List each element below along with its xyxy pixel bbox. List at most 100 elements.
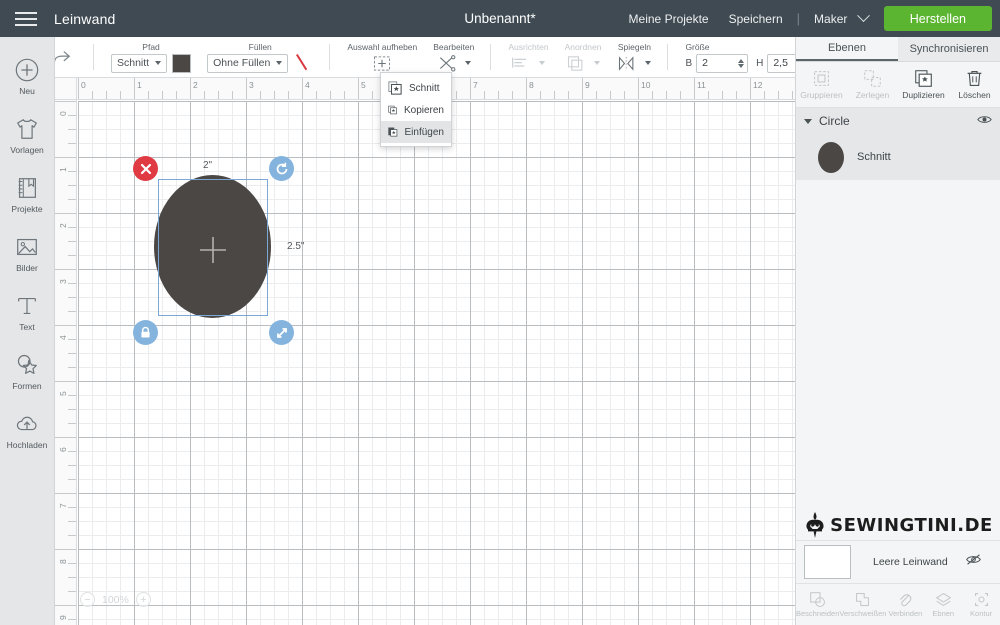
tab-ebenen[interactable]: Ebenen <box>796 37 898 61</box>
save-button[interactable]: Speichern <box>719 12 793 26</box>
ruler-v-tick <box>68 297 76 298</box>
ruler-h-tick <box>582 78 583 99</box>
slice-button[interactable]: Beschneiden <box>796 584 839 625</box>
ruler-h-tick <box>778 91 779 99</box>
weld-icon <box>856 593 870 606</box>
plus-circle-icon <box>15 58 39 82</box>
sidebar-item-formen[interactable]: Formen <box>0 342 55 401</box>
width-input[interactable] <box>696 53 749 73</box>
resize-arrow-icon <box>276 327 287 338</box>
attach-button[interactable]: Verbinden <box>886 584 924 625</box>
ruler-h-tick <box>372 91 373 99</box>
edit-control[interactable]: Bearbeiten <box>425 37 482 77</box>
sidebar-label: Hochladen <box>6 440 48 450</box>
ruler-v-tick <box>55 549 76 550</box>
delete-handle[interactable] <box>133 156 158 181</box>
ruler-h-tick <box>652 91 653 99</box>
context-menu-item-paste[interactable]: Einfügen <box>381 121 451 143</box>
flatten-icon <box>935 592 952 607</box>
ruler-h-tick <box>316 91 317 99</box>
paste-icon <box>388 127 398 137</box>
ruler-h-tick <box>470 78 471 99</box>
fill-type-select[interactable]: Ohne Füllen <box>207 53 289 73</box>
sidebar-item-text[interactable]: Text <box>0 283 55 342</box>
watermark-text: SEWINGTINI.DE <box>830 514 993 536</box>
mirror-control[interactable]: Spiegeln <box>609 37 659 77</box>
resize-handle[interactable] <box>269 320 294 345</box>
sidebar-label: Formen <box>12 381 42 391</box>
ruler-v-tick <box>68 535 76 536</box>
tab-synchronisieren[interactable]: Synchronisieren <box>898 37 1000 61</box>
context-menu-item-copy[interactable]: Kopieren <box>381 99 451 121</box>
delete-label: Löschen <box>958 90 991 100</box>
my-projects-link[interactable]: Meine Projekte <box>619 12 719 26</box>
ungroup-button[interactable]: Zerlegen <box>847 62 898 107</box>
header-actions: Meine Projekte Speichern | Maker Herstel… <box>619 6 1000 31</box>
ruler-v-tick <box>68 521 76 522</box>
layer-visibility-toggle[interactable] <box>977 112 992 130</box>
sidebar-item-bilder[interactable]: Bilder <box>0 224 55 283</box>
blank-canvas-row[interactable]: Leere Leinwand <box>796 540 1000 584</box>
flatten-button[interactable]: Ebnen <box>924 584 962 625</box>
ruler-v-tick <box>68 619 76 620</box>
group-button[interactable]: Gruppieren <box>796 62 847 107</box>
deselect-control[interactable]: Auswahl aufheben <box>339 37 425 77</box>
lock-handle[interactable] <box>133 320 158 345</box>
delete-button[interactable]: Löschen <box>949 62 1000 107</box>
ruler-v-tick <box>55 213 76 214</box>
zoom-in-button[interactable]: + <box>135 592 151 607</box>
align-arrange-mirror-group: Ausrichten Anordnen Spiegeln <box>491 37 669 77</box>
fleur-de-lis-icon <box>806 512 824 538</box>
hamburger-icon[interactable] <box>0 11 52 26</box>
ruler-h-tick <box>554 91 555 99</box>
context-menu-item-cut[interactable]: Schnitt <box>381 77 451 99</box>
ungroup-icon <box>864 70 881 87</box>
width-dimension-label: 2" <box>203 160 213 171</box>
ruler-v-tick <box>68 409 76 410</box>
contour-icon <box>974 592 988 607</box>
trash-icon <box>967 71 982 86</box>
ruler-v-tick <box>68 395 76 396</box>
chevron-down-icon <box>645 61 652 65</box>
duplicate-button[interactable]: Duplizieren <box>898 62 949 107</box>
ruler-v-tick <box>68 129 76 130</box>
sidebar-item-hochladen[interactable]: Hochladen <box>0 401 55 460</box>
right-panel: Ebenen Synchronisieren Gruppieren Zerleg… <box>795 37 1000 625</box>
ruler-v-tick <box>68 423 76 424</box>
design-canvas[interactable]: 2" 2.5" 012345678 <box>55 78 795 625</box>
ruler-h-tick <box>344 91 345 99</box>
ruler-v-label: 2 <box>58 223 68 228</box>
no-fill-icon[interactable] <box>293 54 313 73</box>
ruler-v-label: 7 <box>58 503 68 508</box>
ruler-h-tick <box>134 78 135 99</box>
machine-selector[interactable]: Maker <box>804 8 872 26</box>
chevron-down-icon[interactable] <box>804 118 812 124</box>
ruler-h-tick <box>456 91 457 99</box>
layer-child-row[interactable]: Schnitt <box>796 134 1000 180</box>
lock-icon <box>141 326 150 338</box>
ruler-v-tick <box>68 185 76 186</box>
ruler-h-tick <box>176 91 177 99</box>
zoom-out-button[interactable]: − <box>80 592 95 607</box>
weld-button[interactable]: Verschweißen <box>839 584 886 625</box>
blank-canvas-thumbnail[interactable] <box>804 545 851 579</box>
width-stepper[interactable] <box>738 58 745 68</box>
copy-icon <box>388 105 397 115</box>
width-field-wrap: B <box>685 53 749 73</box>
make-it-button[interactable]: Herstellen <box>883 6 992 31</box>
path-type-select[interactable]: Schnitt <box>111 53 168 73</box>
rotate-handle[interactable] <box>269 156 294 181</box>
sidebar-item-neu[interactable]: Neu <box>0 47 55 106</box>
path-color-swatch[interactable] <box>172 53 192 73</box>
contour-button[interactable]: Kontur <box>962 584 1000 625</box>
ruler-v-tick <box>68 353 76 354</box>
layer-group-row[interactable]: Circle <box>796 108 1000 134</box>
ruler-v-tick <box>55 325 76 326</box>
sidebar-item-vorlagen[interactable]: Vorlagen <box>0 106 55 165</box>
ruler-h-tick <box>666 91 667 99</box>
blank-canvas-visibility-toggle[interactable] <box>965 553 982 571</box>
width-value[interactable] <box>702 57 735 69</box>
sidebar-item-projekte[interactable]: Projekte <box>0 165 55 224</box>
mirror-label: Spiegeln <box>617 41 651 52</box>
ruler-h-label: 0 <box>81 80 86 90</box>
